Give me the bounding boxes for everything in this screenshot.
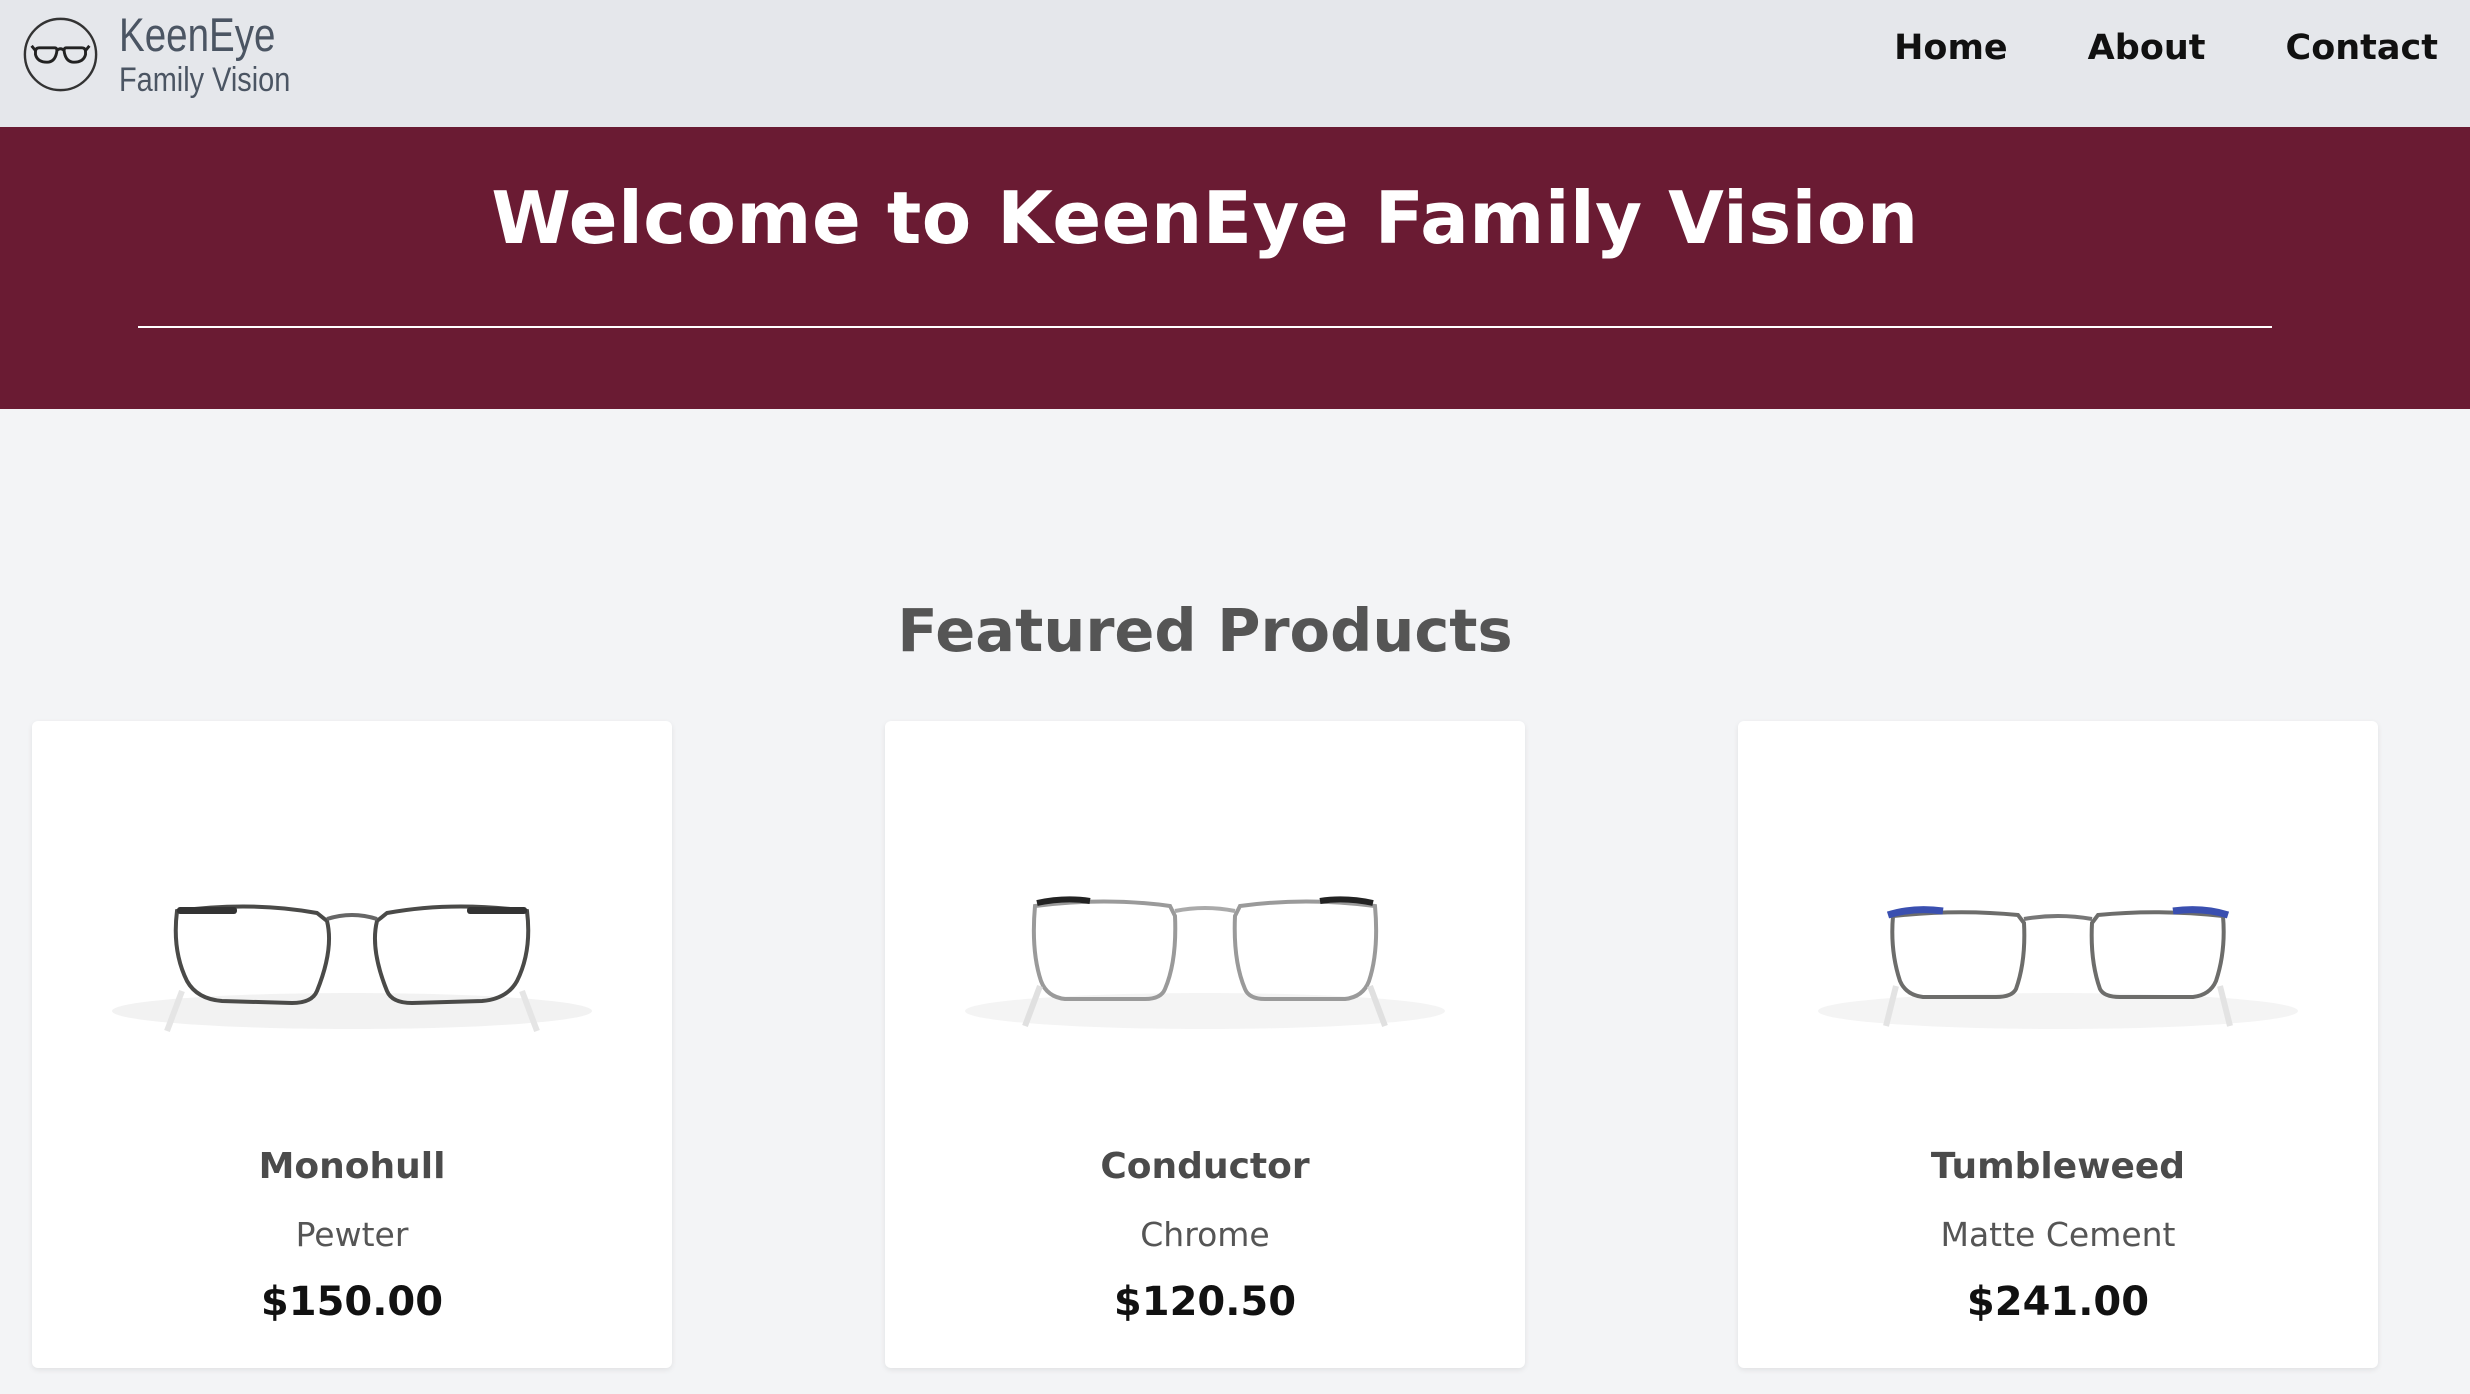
product-color: Chrome <box>1140 1215 1270 1254</box>
logo-name: KeenEye <box>119 8 276 61</box>
hero-divider <box>138 326 2272 328</box>
product-name: Tumbleweed <box>1930 1146 2186 1187</box>
eyeglasses-image <box>112 904 592 1033</box>
nav-contact-link[interactable]: Contact <box>2286 28 2438 68</box>
product-color: Pewter <box>295 1215 409 1254</box>
product-price: $120.50 <box>1113 1279 1297 1325</box>
glasses-icon <box>23 17 98 92</box>
product-color: Matte Cement <box>1940 1215 2176 1254</box>
product-price: $241.00 <box>1966 1279 2150 1325</box>
product-name: Monohull <box>258 1146 446 1187</box>
featured-products-title: Featured Products <box>897 596 1513 665</box>
eyeglasses-image <box>1818 906 2298 1029</box>
hero-banner: Welcome to KeenEye Family Vision <box>0 127 2470 409</box>
product-card-conductor[interactable]: Conductor Chrome $120.50 <box>885 721 1525 1368</box>
logo-tagline: Family Vision <box>119 61 291 100</box>
product-card-tumbleweed[interactable]: Tumbleweed Matte Cement $241.00 <box>1738 721 2378 1368</box>
hero-title: Welcome to KeenEye Family Vision <box>491 176 1919 260</box>
product-name: Conductor <box>1100 1146 1310 1187</box>
logo[interactable]: KeenEye Family Vision <box>22 10 321 99</box>
product-price: $150.00 <box>260 1279 444 1325</box>
eyeglasses-image <box>965 896 1445 1029</box>
product-card-monohull[interactable]: Monohull Pewter $150.00 <box>32 721 672 1368</box>
main-nav: Home About Contact <box>1814 28 2438 68</box>
site-header: KeenEye Family Vision Home About Contact <box>0 0 2470 127</box>
nav-home-link[interactable]: Home <box>1894 28 2008 68</box>
nav-about-link[interactable]: About <box>2088 28 2206 68</box>
